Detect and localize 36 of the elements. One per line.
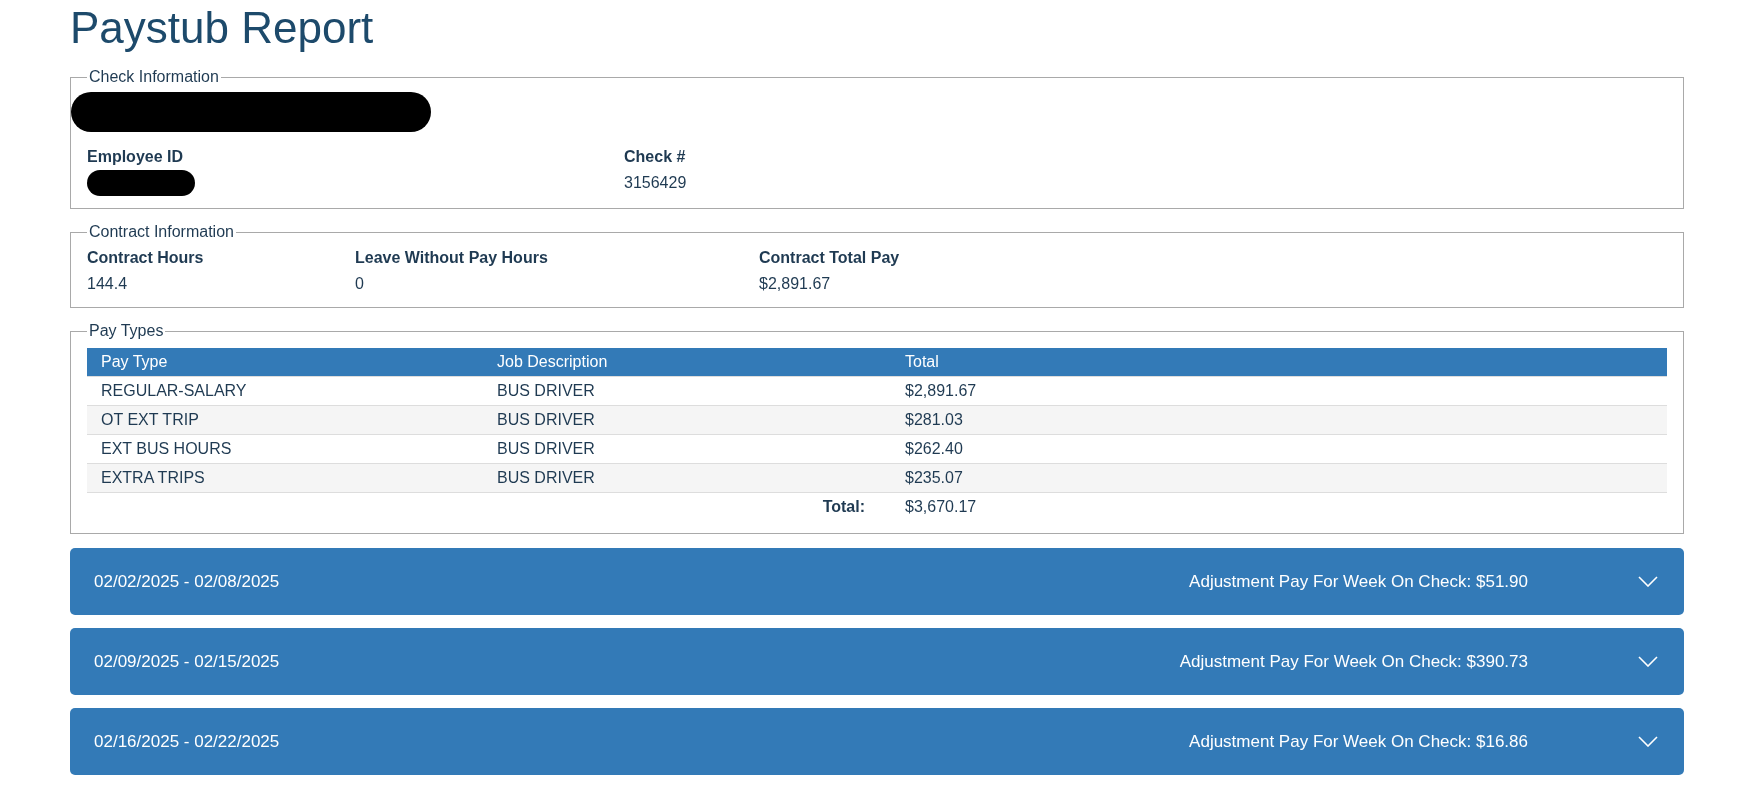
chevron-down-icon xyxy=(1638,736,1658,747)
total-value: $3,670.17 xyxy=(891,492,1667,521)
total-label: Total: xyxy=(483,492,891,521)
column-header: Job Description xyxy=(483,348,891,377)
page-title: Paystub Report xyxy=(70,2,374,54)
field-value: 0 xyxy=(355,274,364,294)
field-value: 3156429 xyxy=(624,173,687,193)
field-label: Leave Without Pay Hours xyxy=(355,248,548,268)
date-range: 02/16/2025 - 02/22/2025 xyxy=(94,731,281,752)
table-cell: BUS DRIVER xyxy=(483,463,891,493)
section-legend: Contract Information xyxy=(87,223,236,241)
chevron-down-icon xyxy=(1638,656,1658,667)
chevron-down-icon xyxy=(1638,576,1658,587)
field-value: 144.4 xyxy=(87,274,128,294)
field-label: Contract Total Pay xyxy=(759,248,900,268)
column-header: Pay Type xyxy=(87,348,483,377)
table-cell: $235.07 xyxy=(891,463,1667,493)
adjustment-pay: Adjustment Pay For Week On Check: $51.90 xyxy=(1189,571,1528,592)
table-cell: $281.03 xyxy=(891,405,1667,435)
date-range: 02/09/2025 - 02/15/2025 xyxy=(94,651,281,672)
date-range: 02/02/2025 - 02/08/2025 xyxy=(94,571,281,592)
column-header: Total xyxy=(891,348,1667,377)
field-label: Check # xyxy=(624,147,686,167)
week-accordion-header[interactable]: 02/09/2025 - 02/15/2025 Adjustment Pay For Week On Check: $390.73 xyxy=(70,628,1684,695)
table-cell: OT EXT TRIP xyxy=(87,405,483,435)
section-legend: Pay Types xyxy=(87,322,166,340)
table-cell: BUS DRIVER xyxy=(483,405,891,435)
section-legend: Check Information xyxy=(87,68,221,86)
week-accordion-header[interactable]: 02/02/2025 - 02/08/2025 Adjustment Pay For Week On Check: $51.90 xyxy=(70,548,1684,615)
table-cell: EXTRA TRIPS xyxy=(87,463,483,493)
field-label: Employee ID xyxy=(87,147,184,167)
adjustment-pay: Adjustment Pay For Week On Check: $390.73 xyxy=(1179,651,1528,672)
week-accordion-header[interactable]: 02/16/2025 - 02/22/2025 Adjustment Pay For Week On Check: $16.86 xyxy=(70,708,1684,775)
adjustment-pay: Adjustment Pay For Week On Check: $16.86 xyxy=(1189,731,1528,752)
field-value: $2,891.67 xyxy=(759,274,831,294)
field-label: Contract Hours xyxy=(87,248,204,268)
